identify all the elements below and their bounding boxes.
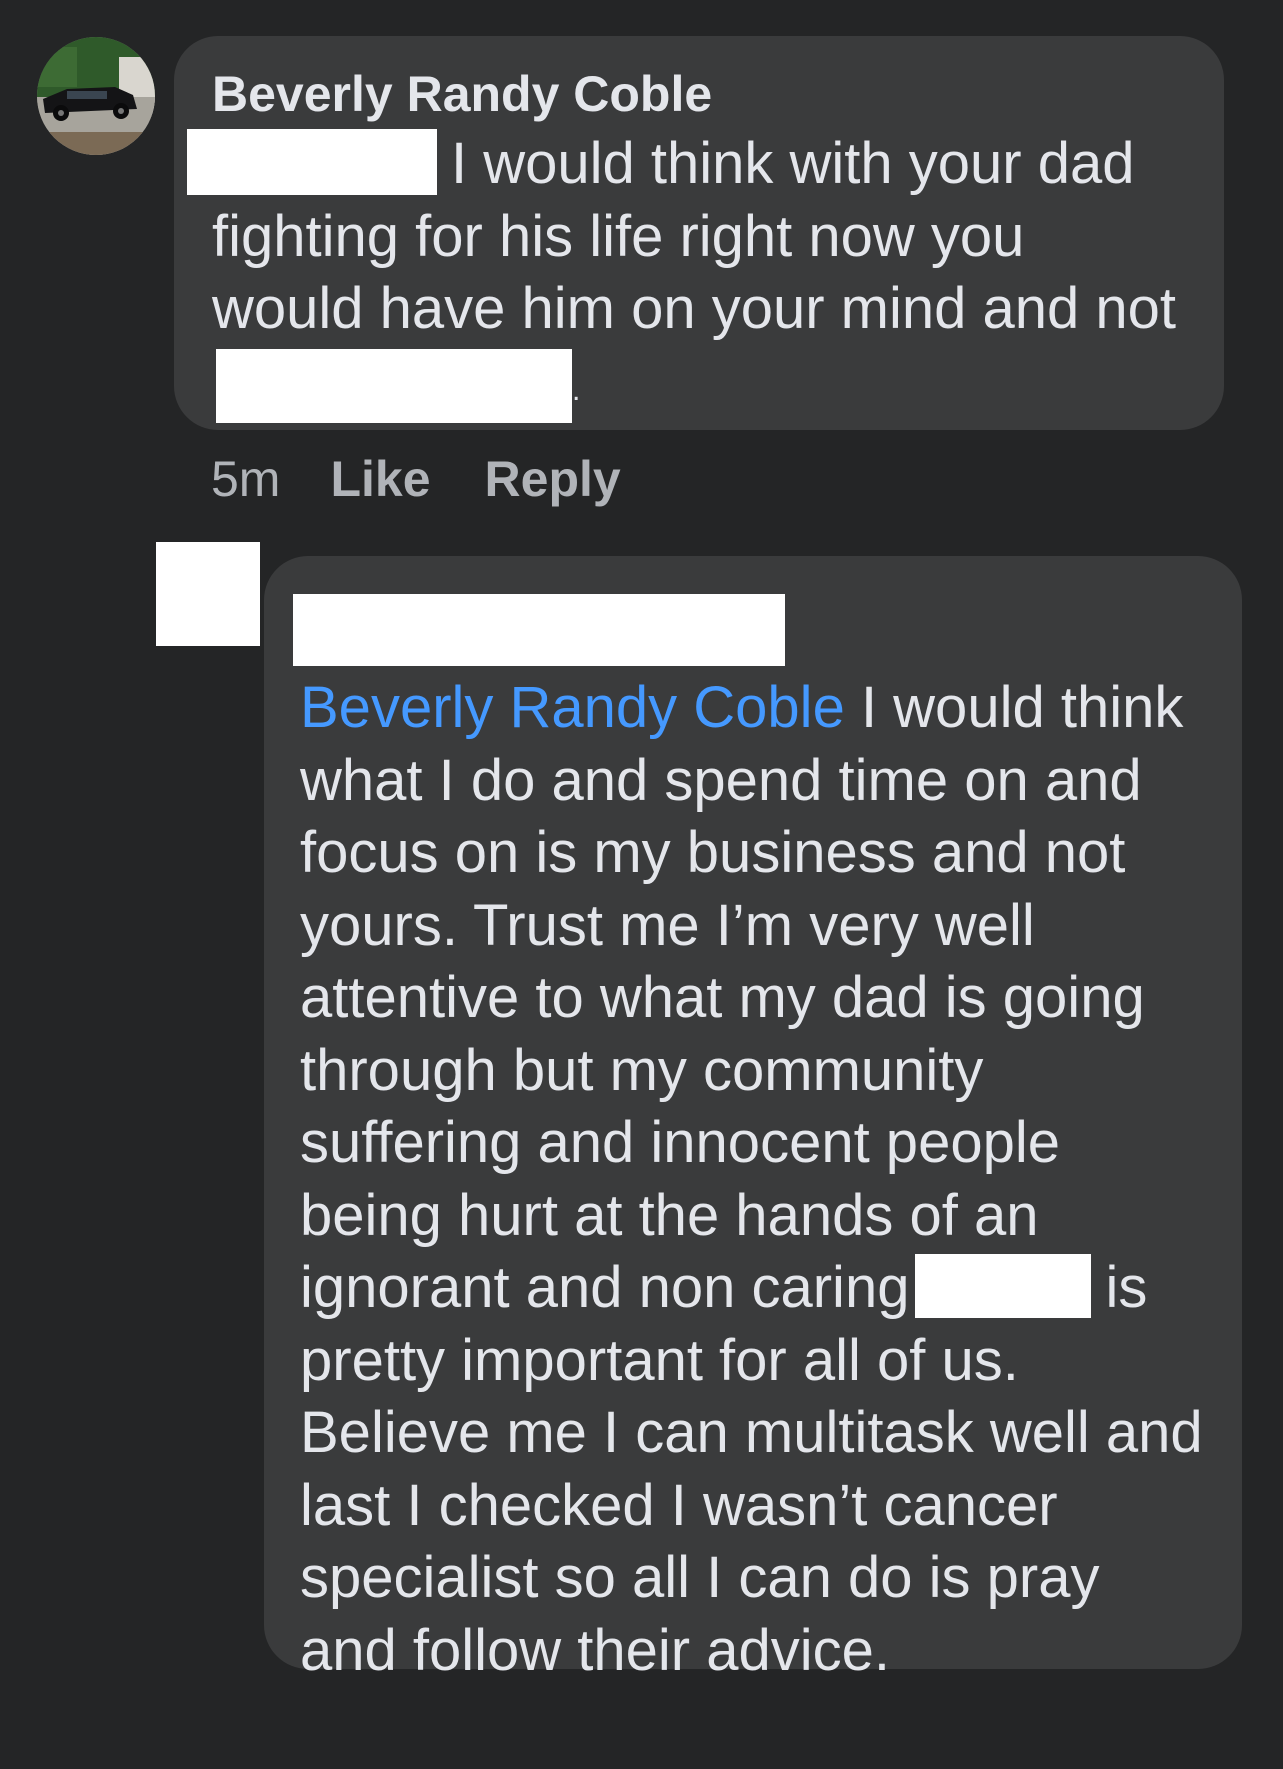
comment-text-line: would have him on your mind and not: [212, 275, 1177, 341]
author-avatar[interactable]: [37, 37, 155, 155]
mention-link[interactable]: Beverly Randy Coble: [300, 675, 845, 740]
reply-text-line: and follow their advice.: [300, 1617, 890, 1683]
reply-text-line: suffering and innocent people: [300, 1110, 1060, 1175]
comment-text-end: .: [572, 373, 581, 407]
car-photo-icon: [37, 37, 155, 155]
redacted-block: [915, 1253, 1092, 1318]
comment-text-line: I would think with your dad: [451, 131, 1135, 196]
reply-text-line: through but my community: [300, 1037, 984, 1103]
reply-text-line: specialist so all I can do is pray: [300, 1545, 1100, 1610]
reply-text-line: yours. Trust me I’m very well: [300, 892, 1035, 958]
reply-text-line: being hurt at the hands of an: [300, 1182, 1039, 1248]
reply-text-line: ignorant and non caring: [300, 1255, 910, 1320]
reply-author-redacted: [293, 594, 785, 666]
reply-text-fragment: is: [1105, 1255, 1148, 1320]
reply-bubble: Beverly Randy Coble I would think what I…: [264, 556, 1242, 1683]
reply-text-line: Believe me I can multitask well and: [300, 1400, 1203, 1465]
reply-text-line: I would think: [844, 675, 1184, 740]
reply-button[interactable]: Reply: [485, 450, 621, 508]
reply-text-line: focus on is my business and not: [300, 820, 1126, 885]
reply-avatar-redacted[interactable]: [156, 542, 260, 646]
comment-body: I would think with your dad fighting for…: [187, 128, 1188, 427]
comment-text-line: fighting for his life right now you: [212, 203, 1025, 269]
reply-text-line: last I checked I wasn’t cancer: [300, 1472, 1058, 1538]
comment-bubble: Beverly Randy Coble I would think with y…: [174, 36, 1224, 430]
redacted-block: [216, 349, 572, 424]
comment-thread: Beverly Randy Coble I would think with y…: [0, 0, 1283, 1769]
redacted-block: [187, 128, 437, 195]
reply-text-line: attentive to what my dad is going: [300, 965, 1145, 1030]
like-button[interactable]: Like: [330, 450, 430, 508]
reply-body: Beverly Randy Coble I would think what I…: [300, 672, 1212, 1687]
reply-text-line: what I do and spend time on and: [300, 747, 1142, 813]
comment-actions: 5m Like Reply: [211, 444, 675, 514]
comment-author-name[interactable]: Beverly Randy Coble: [212, 64, 1188, 124]
comment-timestamp[interactable]: 5m: [211, 450, 280, 508]
reply-text-line: pretty important for all of us.: [300, 1327, 1019, 1393]
